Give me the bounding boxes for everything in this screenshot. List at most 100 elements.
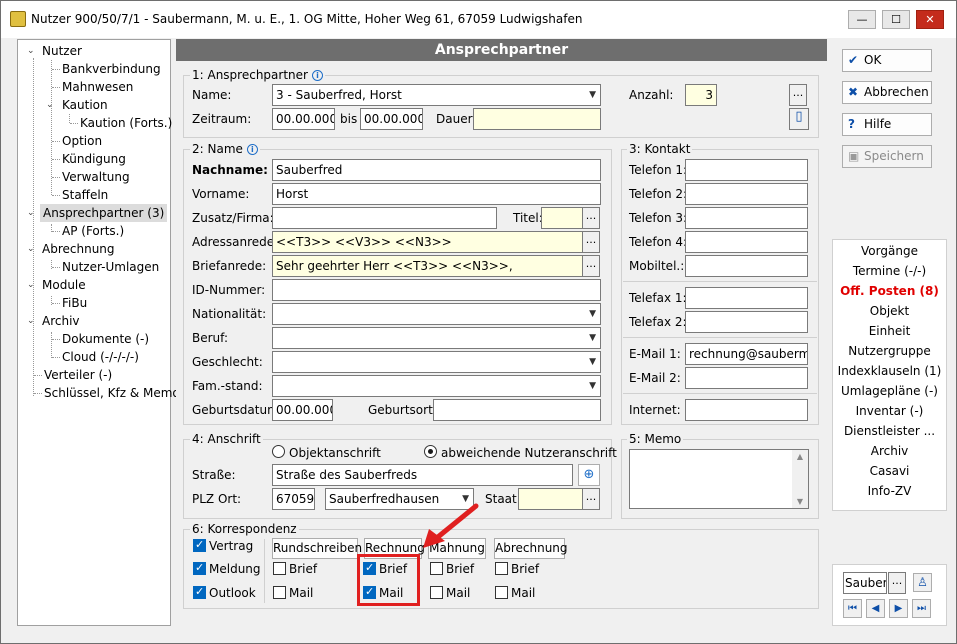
tree-item-nutzer[interactable]: Nutzer <box>42 42 82 60</box>
collapse-icon[interactable]: ⌄ <box>27 312 35 330</box>
telefon2-field[interactable] <box>685 183 808 205</box>
nutzeranschrift-radio[interactable] <box>424 445 437 458</box>
adressanrede-field[interactable]: <<T3>> <<V3>> <<N3>> <box>272 231 583 253</box>
vorname-field[interactable]: Horst <box>272 183 601 205</box>
last-record-icon[interactable]: ⏭ <box>912 599 931 618</box>
nav-indexklauseln[interactable]: Indexklauseln (1) <box>833 361 946 381</box>
beruf-select[interactable]: ▼ <box>272 327 601 349</box>
email1-field[interactable]: rechnung@saubermar <box>685 343 808 365</box>
titel-more-button[interactable]: ... <box>582 207 600 229</box>
memo-textarea[interactable]: ▲ ▼ <box>629 449 809 509</box>
more-button[interactable]: ... <box>789 84 807 106</box>
mobiltel-field[interactable] <box>685 255 808 277</box>
zusatz-field[interactable] <box>272 207 497 229</box>
vertrag-checkbox[interactable] <box>193 538 206 552</box>
telefon1-field[interactable] <box>685 159 808 181</box>
tree-item-ap-forts[interactable]: AP (Forts.) <box>62 222 124 240</box>
nav-nutzergruppe[interactable]: Nutzergruppe <box>833 341 946 361</box>
nav-offene-posten[interactable]: Off. Posten (8) <box>833 281 946 301</box>
scrollbar[interactable]: ▲ ▼ <box>792 450 808 508</box>
tree-item-abrechnung[interactable]: Abrechnung <box>42 240 115 258</box>
abrechnung-mail-checkbox[interactable] <box>495 586 508 599</box>
tree-item-dokumente[interactable]: Dokumente (-) <box>62 330 149 348</box>
briefanrede-field[interactable]: Sehr geehrter Herr <<T3>> <<N3>>, <box>272 255 583 277</box>
nationalitaet-select[interactable]: ▼ <box>272 303 601 325</box>
collapse-icon[interactable]: ⌄ <box>27 240 35 258</box>
person-icon[interactable]: ♙ <box>913 573 932 592</box>
next-record-icon[interactable]: ▶ <box>889 599 908 618</box>
telefon4-field[interactable] <box>685 231 808 253</box>
tree-item-kuendigung[interactable]: Kündigung <box>62 150 126 168</box>
ok-button[interactable]: ✔ OK <box>842 49 932 72</box>
tree-item-option[interactable]: Option <box>62 132 102 150</box>
collapse-icon[interactable]: ⌄ <box>27 204 35 222</box>
rundschreiben-button[interactable]: Rundschreiben <box>272 538 362 559</box>
internet-field[interactable] <box>685 399 808 421</box>
nav-inventar[interactable]: Inventar (-) <box>833 401 946 421</box>
nav-einheit[interactable]: Einheit <box>833 321 946 341</box>
id-field[interactable] <box>272 279 601 301</box>
tree-item-mahnwesen[interactable]: Mahnwesen <box>62 78 133 96</box>
meldung-checkbox[interactable] <box>193 561 206 575</box>
tree-item-bankverbindung[interactable]: Bankverbindung <box>62 60 161 78</box>
scroll-up-icon[interactable]: ▲ <box>792 452 808 461</box>
adressanrede-more-button[interactable]: ... <box>582 231 600 253</box>
briefanrede-more-button[interactable]: ... <box>582 255 600 277</box>
von-date-field[interactable]: 00.00.0000 <box>272 108 335 130</box>
outlook-checkbox[interactable] <box>193 585 206 599</box>
nav-info-zv[interactable]: Info-ZV <box>833 481 946 501</box>
tree-item-fibu[interactable]: FiBu <box>62 294 87 312</box>
abbrechen-button[interactable]: ✖ Abbrechen <box>842 81 932 104</box>
mahnung-brief-checkbox[interactable] <box>430 562 443 575</box>
plz-field[interactable]: 67059 <box>272 488 315 510</box>
rundschreiben-mail-checkbox[interactable] <box>273 586 286 599</box>
tree-item-ansprechpartner[interactable]: Ansprechpartner (3) <box>40 204 168 222</box>
geburtsort-field[interactable] <box>433 399 601 421</box>
tree-item-verwaltung[interactable]: Verwaltung <box>62 168 130 186</box>
tree-item-verteiler[interactable]: Verteiler (-) <box>44 366 112 384</box>
tree-item-staffeln[interactable]: Staffeln <box>62 186 108 204</box>
nav-casavi[interactable]: Casavi <box>833 461 946 481</box>
nav-vorgaenge[interactable]: Vorgänge <box>833 241 946 261</box>
staat-more-button[interactable]: ... <box>582 488 600 510</box>
tree-item-kaution[interactable]: Kaution <box>62 96 108 114</box>
staat-field[interactable] <box>518 488 583 510</box>
close-button[interactable]: ✕ <box>916 10 944 29</box>
tree-item-kaution-forts[interactable]: Kaution (Forts.) <box>80 114 172 132</box>
search-field[interactable]: Saubern <box>843 572 887 594</box>
tree-item-archiv[interactable]: Archiv <box>42 312 80 330</box>
geschlecht-select[interactable]: ▼ <box>272 351 601 373</box>
speichern-button[interactable]: ▣ Speichern <box>842 145 932 168</box>
objektanschrift-radio[interactable] <box>272 445 285 458</box>
nachname-field[interactable]: Sauberfred <box>272 159 601 181</box>
nav-archiv[interactable]: Archiv <box>833 441 946 461</box>
nav-termine[interactable]: Termine (-/-) <box>833 261 946 281</box>
bis-date-field[interactable]: 00.00.0000 <box>360 108 423 130</box>
maximize-button[interactable]: ☐ <box>882 10 910 29</box>
nav-dienstleister[interactable]: Dienstleister ... <box>833 421 946 441</box>
geburtsdatum-field[interactable]: 00.00.0000 <box>272 399 333 421</box>
tree-item-nutzer-umlagen[interactable]: Nutzer-Umlagen <box>62 258 159 276</box>
collapse-icon[interactable]: ⌄ <box>46 96 54 114</box>
tree-item-cloud[interactable]: Cloud (-/-/-/-) <box>62 348 139 366</box>
first-record-icon[interactable]: ⏮ <box>843 599 862 618</box>
anzahl-field[interactable]: 3 <box>685 84 717 106</box>
telefax1-field[interactable] <box>685 287 808 309</box>
mahnung-mail-checkbox[interactable] <box>430 586 443 599</box>
prev-record-icon[interactable]: ◀ <box>866 599 885 618</box>
abrechnung-button[interactable]: Abrechnung <box>494 538 568 559</box>
famstand-select[interactable]: ▼ <box>272 375 601 397</box>
clipboard-icon[interactable]: ▯ <box>789 108 809 130</box>
collapse-icon[interactable]: ⌄ <box>27 42 35 60</box>
search-more-button[interactable]: ... <box>888 572 906 594</box>
name-select[interactable]: 3 - Sauberfred, Horst ▼ <box>272 84 601 106</box>
rundschreiben-brief-checkbox[interactable] <box>273 562 286 575</box>
info-icon[interactable]: i <box>246 144 258 155</box>
collapse-icon[interactable]: ⌄ <box>27 276 35 294</box>
nav-umlageplaene[interactable]: Umlagepläne (-) <box>833 381 946 401</box>
tree-item-module[interactable]: Module <box>42 276 86 294</box>
minimize-button[interactable]: — <box>848 10 876 29</box>
titel-field[interactable] <box>541 207 583 229</box>
telefon3-field[interactable] <box>685 207 808 229</box>
globe-icon[interactable]: ⊕ <box>578 464 600 486</box>
